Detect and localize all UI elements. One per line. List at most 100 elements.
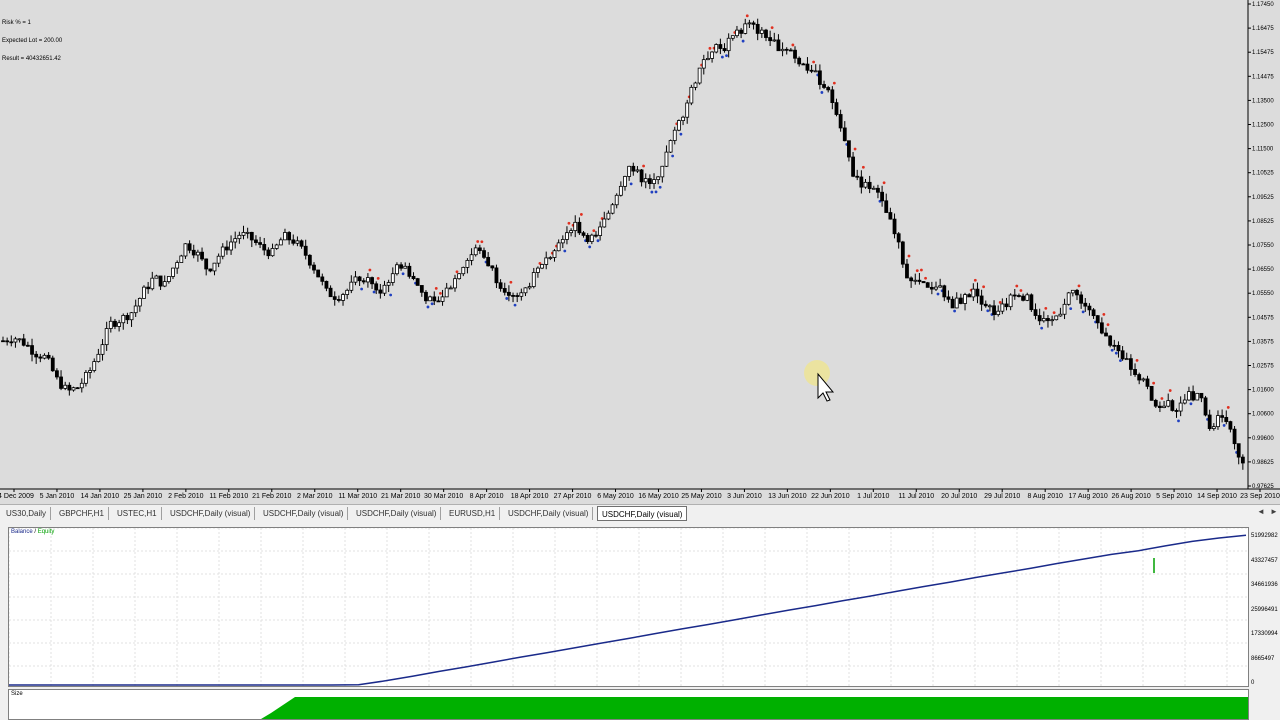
balance-axis-label: 0 [1251, 680, 1255, 686]
tab-us30-daily[interactable]: US30,Daily [2, 507, 52, 520]
candle [1066, 291, 1071, 306]
candle [104, 321, 109, 351]
mouse-cursor-icon [804, 360, 835, 402]
sell-arrow-icon [368, 268, 372, 272]
candle [386, 279, 391, 293]
candle [569, 228, 573, 237]
candle [706, 51, 710, 61]
candle [175, 260, 180, 274]
tab-usdchf-daily-visual[interactable]: USDCHF,Daily (visual) [597, 506, 688, 521]
candle [693, 81, 698, 91]
date-axis-label: 16 May 2010 [638, 493, 679, 500]
candle [208, 268, 213, 273]
buy-arrow-icon [389, 293, 393, 297]
tab-ustec-h1[interactable]: USTEC,H1 [113, 507, 162, 520]
balance-axis-label: 34661936 [1251, 582, 1278, 588]
candle [1108, 335, 1113, 348]
tab-scroll-right-icon[interactable]: ► [1270, 507, 1278, 516]
candle [610, 202, 615, 215]
candle [1236, 443, 1241, 465]
date-axis-label: 1 Jul 2010 [857, 493, 889, 500]
candle [469, 248, 474, 266]
candle [519, 288, 524, 301]
candle [195, 249, 200, 262]
candle [1054, 315, 1059, 321]
candle [1133, 363, 1137, 377]
date-axis-label: 22 Jun 2010 [811, 493, 850, 500]
sell-arrow-icon [907, 254, 911, 258]
candle [502, 282, 507, 296]
candle [938, 278, 943, 288]
candle [768, 30, 773, 47]
candle [316, 269, 321, 278]
candle [299, 239, 304, 249]
sell-arrow-icon [1160, 397, 1164, 400]
buy-arrow-icon [1081, 310, 1085, 314]
candle [859, 170, 864, 194]
tab-usdchf-daily-visual[interactable]: USDCHF,Daily (visual) [259, 507, 349, 520]
candle [303, 239, 308, 260]
price-chart-window[interactable]: 1.17450 1.16475 1.15475 1.14475 1.13500 1.125… [0, 0, 1280, 504]
candle [664, 145, 669, 167]
sell-arrow-icon [832, 81, 836, 85]
candle [772, 32, 777, 42]
candle [419, 285, 424, 297]
candle [1050, 315, 1055, 326]
candle [946, 290, 951, 303]
candle [42, 353, 47, 360]
balance-equity-graph: Balance / Equity [8, 527, 1249, 687]
buy-arrow-icon [1119, 359, 1122, 362]
candle [1216, 410, 1220, 430]
tab-gbpchf-h1[interactable]: GBPCHF,H1 [55, 507, 109, 520]
candle [150, 271, 155, 291]
date-axis-label: 29 Jul 2010 [984, 493, 1020, 500]
price-axis-label: 1.01600 [1252, 388, 1274, 394]
tab-usdchf-daily-visual[interactable]: USDCHF,Daily (visual) [166, 507, 256, 520]
candle [743, 18, 748, 35]
price-axis-label: 0.99600 [1252, 436, 1274, 442]
buy-arrow-icon [563, 249, 567, 253]
buy-arrow-icon [953, 309, 956, 313]
candle [395, 262, 399, 276]
candle [1062, 298, 1067, 320]
tab-scroll-left-icon[interactable]: ◄ [1257, 507, 1265, 516]
candle [71, 386, 76, 392]
tab-usdchf-daily-visual[interactable]: USDCHF,Daily (visual) [352, 507, 442, 520]
legend-balance: Balance [11, 529, 33, 535]
candle [233, 231, 238, 249]
legend-equity: Equity [37, 529, 55, 535]
candle [457, 273, 462, 280]
candle [17, 338, 22, 343]
date-axis-label: 20 Jul 2010 [941, 493, 977, 500]
buy-arrow-icon [725, 54, 728, 58]
tab-eurusd-h1[interactable]: EURUSD,H1 [445, 507, 501, 520]
buy-arrow-icon [654, 190, 658, 194]
candle [237, 231, 242, 244]
price-axis-label: 1.09525 [1252, 195, 1274, 201]
candle [1083, 298, 1088, 312]
candle [822, 80, 826, 90]
candle [100, 339, 105, 361]
date-axis-label: 24 Dec 2009 [0, 493, 34, 500]
candle [614, 193, 619, 209]
candle [366, 273, 370, 288]
candle [896, 232, 901, 249]
candle [63, 381, 68, 391]
candle [780, 42, 785, 57]
candle [851, 151, 855, 178]
candle [735, 25, 739, 38]
candle [573, 215, 578, 238]
candle [336, 295, 341, 303]
sell-arrow-icon [1226, 406, 1230, 409]
candle [681, 115, 685, 126]
candle [722, 43, 727, 53]
balance-axis-label: 8665497 [1251, 655, 1275, 662]
buy-arrow-icon [588, 245, 592, 249]
candle [1099, 317, 1104, 335]
candle [30, 338, 34, 362]
candle [494, 264, 499, 289]
tab-usdchf-daily-visual[interactable]: USDCHF,Daily (visual) [504, 507, 594, 520]
balance-axis-label: 25996491 [1251, 606, 1278, 613]
candle [191, 244, 196, 259]
candle [428, 295, 433, 302]
